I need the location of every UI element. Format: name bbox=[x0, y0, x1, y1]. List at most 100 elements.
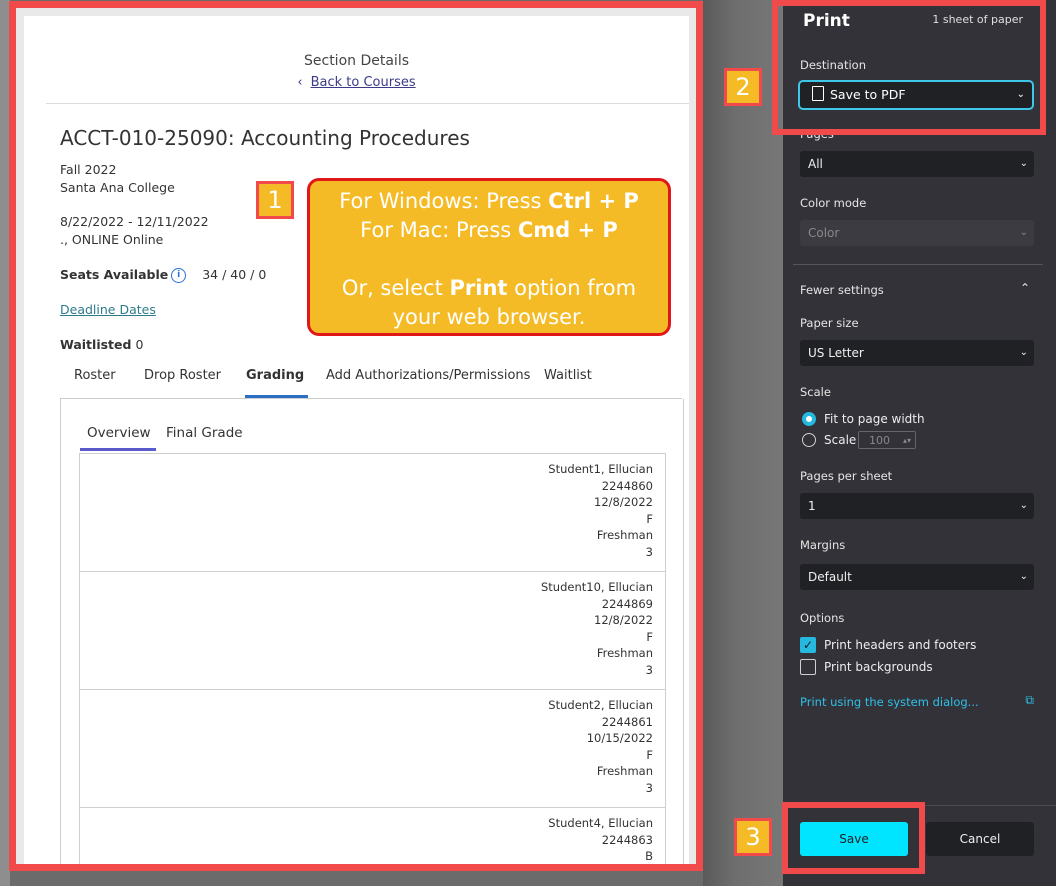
windows-instruction: For Windows: Press Ctrl + P bbox=[310, 187, 668, 216]
background-gutter bbox=[703, 0, 783, 886]
options-label: Options bbox=[800, 611, 845, 625]
student-id: 2244860 bbox=[601, 478, 653, 493]
preview-page: Section Details ‹ Back to Courses ACCT-01… bbox=[24, 16, 689, 864]
paper-size-select[interactable]: US Letter ⌄ bbox=[800, 340, 1034, 366]
backgrounds-checkbox[interactable] bbox=[800, 659, 816, 675]
fit-to-page-radio[interactable] bbox=[802, 412, 816, 426]
browser-instruction: Or, select Print option from bbox=[310, 274, 668, 303]
tab-grading[interactable]: Grading bbox=[246, 368, 304, 383]
student-name: Student4, Ellucian bbox=[548, 816, 653, 830]
callout-number-2: 2 bbox=[724, 68, 762, 106]
color-mode-select: Color ⌄ bbox=[800, 220, 1034, 246]
section-title: Section Details bbox=[304, 53, 409, 69]
seats-label: Seats Available bbox=[60, 267, 169, 282]
save-highlight bbox=[782, 802, 925, 874]
tab-drop-roster[interactable]: Drop Roster bbox=[144, 368, 221, 383]
student-date: 10/15/2022 bbox=[586, 731, 653, 745]
fewer-settings-toggle[interactable]: Fewer settings bbox=[800, 283, 884, 297]
custom-scale-radio[interactable] bbox=[802, 433, 816, 447]
browser-instruction-line2: your web browser. bbox=[392, 305, 586, 329]
pages-value: All bbox=[808, 157, 823, 171]
chevron-down-icon: ⌄ bbox=[1019, 571, 1028, 582]
student-units: 3 bbox=[645, 544, 653, 559]
subtab-final-grade[interactable]: Final Grade bbox=[166, 425, 243, 441]
pages-select[interactable]: All ⌄ bbox=[800, 151, 1034, 177]
headers-footers-label: Print headers and footers bbox=[824, 638, 977, 652]
student-date: 12/8/2022 bbox=[594, 613, 653, 627]
term: Fall 2022 bbox=[60, 162, 117, 177]
back-to-courses-link[interactable]: ‹ Back to Courses bbox=[24, 75, 689, 90]
margins-value: Default bbox=[808, 570, 852, 584]
active-subtab-indicator bbox=[80, 448, 156, 451]
student-id: 2244863 bbox=[601, 832, 653, 847]
chevron-left-icon: ‹ bbox=[297, 75, 303, 90]
chevron-down-icon: ⌄ bbox=[1019, 227, 1028, 238]
student-cell: Student2, Ellucian 2244861 10/15/2022 F … bbox=[548, 697, 653, 796]
fit-to-page-label: Fit to page width bbox=[824, 412, 925, 426]
callout-number-3: 3 bbox=[734, 818, 772, 856]
custom-scale-label: Scale bbox=[824, 433, 857, 447]
destination-highlight bbox=[772, 0, 1046, 135]
cancel-button[interactable]: Cancel bbox=[926, 822, 1034, 856]
deadline-dates-link[interactable]: Deadline Dates bbox=[60, 302, 156, 317]
scale-value: 100 bbox=[869, 434, 890, 447]
pages-per-sheet-value: 1 bbox=[808, 499, 816, 513]
chevron-down-icon: ⌄ bbox=[1019, 158, 1028, 169]
headers-footers-checkbox[interactable]: ✓ bbox=[800, 637, 816, 653]
chevron-up-icon[interactable]: ⌃ bbox=[1020, 281, 1030, 295]
student-units: 3 bbox=[645, 780, 653, 795]
subtab-overview[interactable]: Overview bbox=[87, 425, 151, 441]
external-link-icon[interactable]: ⧉ bbox=[1025, 693, 1034, 708]
mac-instruction: For Mac: Press Cmd + P bbox=[310, 216, 668, 245]
backgrounds-label: Print backgrounds bbox=[824, 660, 933, 674]
seats-value: 34 / 40 / 0 bbox=[202, 267, 267, 282]
college: Santa Ana College bbox=[60, 180, 175, 195]
pages-per-sheet-label: Pages per sheet bbox=[800, 469, 893, 483]
tab-add-authorizations[interactable]: Add Authorizations/Permissions bbox=[326, 368, 530, 383]
pages-per-sheet-select[interactable]: 1 ⌄ bbox=[800, 493, 1034, 519]
or-prefix: Or, select bbox=[341, 276, 450, 300]
tab-waitlist[interactable]: Waitlist bbox=[544, 368, 592, 383]
or-bold: Print bbox=[449, 276, 508, 300]
waitlisted-label: Waitlisted bbox=[60, 337, 132, 352]
waitlisted: Waitlisted 0 bbox=[60, 337, 143, 352]
windows-keys: Ctrl + P bbox=[548, 189, 639, 213]
color-mode-value: Color bbox=[808, 226, 840, 240]
stepper-icon[interactable]: ▴▾ bbox=[903, 432, 911, 450]
scale-input[interactable]: 100 ▴▾ bbox=[858, 431, 916, 449]
divider bbox=[793, 264, 1043, 265]
system-dialog-link[interactable]: Print using the system dialog... bbox=[800, 695, 979, 709]
student-name: Student2, Ellucian bbox=[548, 698, 653, 712]
list-item: Student2, Ellucian 2244861 10/15/2022 F … bbox=[80, 690, 665, 808]
print-preview: Section Details ‹ Back to Courses ACCT-01… bbox=[9, 1, 703, 871]
margins-select[interactable]: Default ⌄ bbox=[800, 564, 1034, 590]
student-cell: Student1, Ellucian 2244860 12/8/2022 F F… bbox=[548, 461, 653, 560]
back-link-label: Back to Courses bbox=[310, 75, 416, 90]
chevron-down-icon: ⌄ bbox=[1019, 347, 1028, 358]
callout-number-1: 1 bbox=[256, 181, 294, 219]
mac-keys: Cmd + P bbox=[517, 218, 618, 242]
paper-size-label: Paper size bbox=[800, 316, 859, 330]
windows-prefix: For Windows: Press bbox=[339, 189, 549, 213]
section-dates: 8/22/2022 - 12/11/2022 bbox=[60, 214, 209, 229]
chevron-down-icon: ⌄ bbox=[1019, 500, 1028, 511]
student-date: 12/8/2022 bbox=[594, 495, 653, 509]
mac-prefix: For Mac: Press bbox=[360, 218, 518, 242]
student-level: Freshman bbox=[596, 764, 653, 778]
student-units: 3 bbox=[645, 662, 653, 677]
student-level: Freshman bbox=[596, 646, 653, 660]
course-title: ACCT-010-25090: Accounting Procedures bbox=[60, 126, 470, 150]
scale-label: Scale bbox=[800, 385, 831, 399]
student-id: 2244861 bbox=[601, 714, 653, 729]
student-grade: F bbox=[646, 629, 653, 644]
student-grade: B bbox=[645, 849, 653, 863]
student-level: Freshman bbox=[596, 528, 653, 542]
list-item: Student1, Ellucian 2244860 12/8/2022 F F… bbox=[80, 454, 665, 572]
paper-size-value: US Letter bbox=[808, 346, 864, 360]
info-icon[interactable]: i bbox=[171, 268, 187, 283]
tab-roster[interactable]: Roster bbox=[74, 368, 116, 383]
student-grade: F bbox=[646, 511, 653, 526]
list-item: Student10, Ellucian 2244869 12/8/2022 F … bbox=[80, 572, 665, 690]
student-list: Student1, Ellucian 2244860 12/8/2022 F F… bbox=[79, 453, 666, 864]
color-mode-label: Color mode bbox=[800, 196, 867, 210]
